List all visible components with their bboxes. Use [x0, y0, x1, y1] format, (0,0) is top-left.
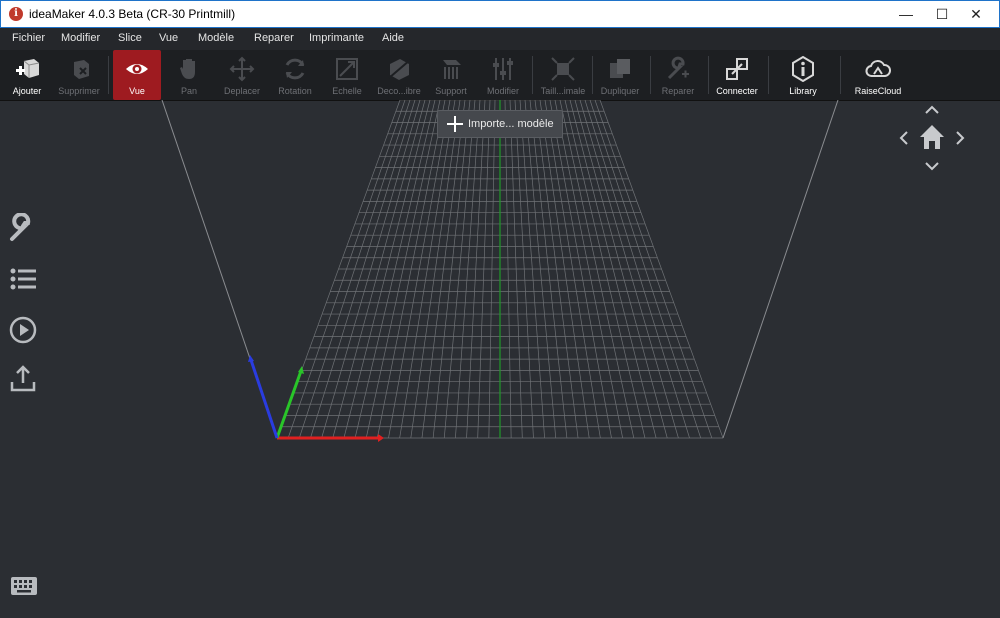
info-hexagon-icon — [792, 56, 814, 82]
tool-label: Ajouter — [12, 86, 42, 96]
cut-button[interactable]: Deco...ibre — [374, 50, 424, 100]
maximize-button[interactable]: ☐ — [925, 1, 959, 28]
chevron-up-icon — [925, 105, 939, 114]
tool-label: Supprimer — [58, 86, 100, 96]
window-title: ideaMaker 4.0.3 Beta (CR-30 Printmill) — [29, 7, 236, 21]
toolbar-separator — [840, 56, 841, 94]
sliders-icon — [493, 58, 513, 80]
tool-label: Support — [435, 86, 467, 96]
support-button[interactable]: Support — [428, 50, 474, 100]
connect-button[interactable]: Connecter — [712, 50, 762, 100]
tool-label: Reparer — [661, 86, 695, 96]
menu-modele[interactable]: Modèle — [198, 32, 234, 44]
menu-slice[interactable]: Slice — [118, 32, 142, 44]
library-button[interactable]: Library — [776, 50, 830, 100]
duplicate-button[interactable]: Dupliquer — [596, 50, 644, 100]
close-button[interactable]: ✕ — [959, 1, 993, 28]
repair-button[interactable]: Reparer — [654, 50, 702, 100]
tool-label: RaiseCloud — [854, 86, 902, 96]
support-icon — [443, 60, 461, 79]
raisecloud-button[interactable]: RaiseCloud — [848, 50, 908, 100]
title-bar: i ideaMaker 4.0.3 Beta (CR-30 Printmill)… — [0, 0, 1000, 28]
scale-icon — [336, 58, 358, 80]
connect-icon — [726, 58, 748, 80]
delete-button[interactable]: Supprimer — [56, 50, 102, 100]
cut-icon — [388, 59, 411, 80]
tool-label: Library — [789, 86, 817, 96]
chevron-down-icon — [925, 162, 939, 171]
cloud-icon — [865, 60, 891, 77]
max-size-icon — [551, 57, 575, 81]
toolbar-separator — [592, 56, 593, 94]
menu-aide[interactable]: Aide — [382, 32, 404, 44]
menu-bar: Fichier Modifier Slice Vue Modèle Repare… — [0, 28, 1000, 50]
toolbar-separator — [708, 56, 709, 94]
menu-vue[interactable]: Vue — [159, 32, 178, 44]
tool-label: Dupliquer — [600, 86, 640, 96]
add-cube-icon — [16, 59, 40, 78]
build-volume-edge — [722, 100, 839, 439]
tool-label: Taill...imale — [540, 86, 586, 96]
toolbar-separator — [532, 56, 533, 94]
minimize-button[interactable]: — — [889, 1, 923, 28]
tool-label: Pan — [180, 86, 197, 96]
z-axis-arrow — [249, 359, 279, 439]
tool-label: Modifier — [486, 86, 519, 96]
duplicate-icon — [610, 59, 630, 78]
scale-button[interactable]: Echelle — [324, 50, 370, 100]
pan-button[interactable]: Pan — [166, 50, 212, 100]
import-model-label: Importe... modèle — [468, 118, 554, 130]
toolbar-separator — [108, 56, 109, 94]
chevron-left-icon — [899, 131, 908, 145]
view-navigation-control[interactable] — [898, 104, 966, 172]
menu-modifier[interactable]: Modifier — [61, 32, 100, 44]
tool-label: Deplacer — [223, 86, 261, 96]
export-icon[interactable] — [8, 364, 38, 394]
tool-label: Vue — [129, 86, 145, 96]
hand-icon — [180, 59, 195, 79]
app-logo-icon: i — [9, 7, 23, 21]
max-size-button[interactable]: Taill...imale — [536, 50, 590, 100]
rotate-icon — [285, 58, 305, 80]
tool-label: Rotation — [278, 86, 312, 96]
chevron-right-icon — [956, 131, 965, 145]
plus-icon — [447, 116, 463, 132]
eye-icon — [126, 64, 148, 74]
wrench-plus-icon — [667, 56, 689, 80]
tool-label: Deco...ibre — [377, 86, 421, 96]
build-plate-scene — [161, 100, 839, 442]
3d-viewport[interactable]: Importe... modèle — [0, 100, 1000, 618]
move-button[interactable]: Deplacer — [218, 50, 266, 100]
rotate-button[interactable]: Rotation — [272, 50, 318, 100]
play-icon[interactable] — [8, 315, 38, 345]
import-model-button[interactable]: Importe... modèle — [437, 110, 563, 138]
toolbar-separator — [768, 56, 769, 94]
tool-label: Connecter — [716, 86, 758, 96]
toolbar-separator — [650, 56, 651, 94]
toolbar: Ajouter Supprimer Vue Pan Deplacer Rotat… — [0, 50, 1000, 101]
tool-label: Echelle — [332, 86, 362, 96]
delete-cube-icon — [74, 60, 89, 79]
menu-reparer[interactable]: Reparer — [254, 32, 294, 44]
home-icon — [920, 125, 944, 149]
list-icon[interactable] — [8, 264, 38, 294]
add-button[interactable]: Ajouter — [4, 50, 50, 100]
modify-button[interactable]: Modifier — [480, 50, 526, 100]
x-axis-arrowhead — [378, 434, 384, 442]
menu-fichier[interactable]: Fichier — [12, 32, 45, 44]
move-arrows-icon — [229, 56, 255, 82]
menu-imprimante[interactable]: Imprimante — [309, 32, 364, 44]
keyboard-icon[interactable] — [10, 576, 38, 596]
view-button[interactable]: Vue — [113, 50, 161, 100]
wrench-icon[interactable] — [8, 213, 38, 243]
